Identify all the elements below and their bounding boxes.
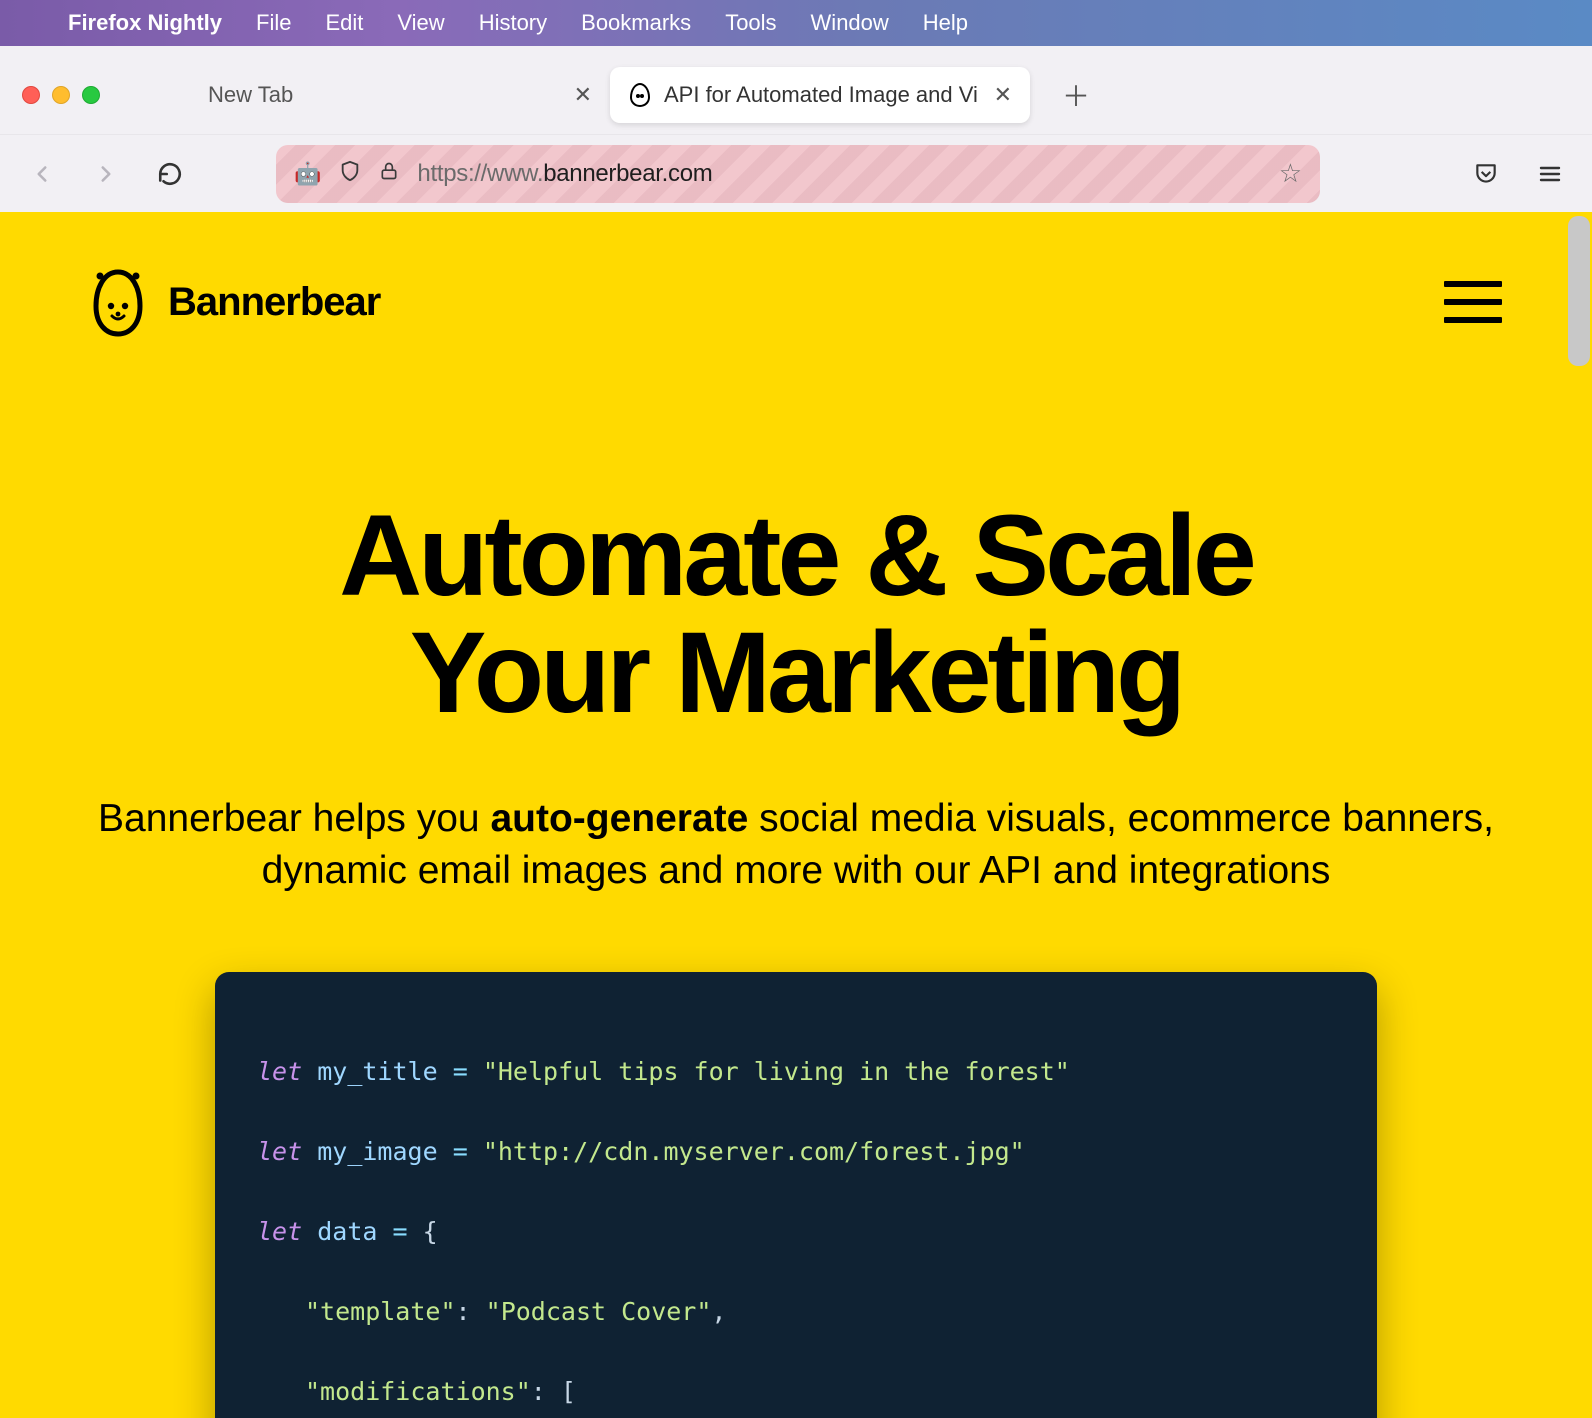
- menu-window[interactable]: Window: [811, 10, 889, 36]
- bookmark-star-icon[interactable]: ☆: [1279, 158, 1302, 189]
- window-close-button[interactable]: [22, 86, 40, 104]
- menu-tools[interactable]: Tools: [725, 10, 776, 36]
- favicon-icon: [628, 83, 652, 107]
- url-text: https://www.bannerbear.com: [417, 160, 1260, 188]
- app-menu-button[interactable]: [1532, 156, 1568, 192]
- site-menu-button[interactable]: [1444, 281, 1502, 323]
- new-tab-button[interactable]: ＋: [1058, 77, 1094, 113]
- shield-icon[interactable]: [339, 159, 361, 189]
- tab-strip: New Tab ✕ API for Automated Image and Vi…: [0, 46, 1592, 134]
- site-header: Bannerbear: [0, 212, 1592, 338]
- window-minimize-button[interactable]: [52, 86, 70, 104]
- menu-edit[interactable]: Edit: [325, 10, 363, 36]
- lock-icon[interactable]: [379, 160, 399, 188]
- back-button[interactable]: [24, 156, 60, 192]
- hero-subtext: Bannerbear helps you auto-generate socia…: [80, 793, 1512, 898]
- robot-icon: 🤖: [294, 161, 321, 187]
- browser-chrome: New Tab ✕ API for Automated Image and Vi…: [0, 46, 1592, 212]
- hero: Automate & Scale Your Marketing Bannerbe…: [0, 338, 1592, 1418]
- tab-title: API for Automated Image and Vi: [664, 82, 978, 108]
- menu-history[interactable]: History: [479, 10, 547, 36]
- bannerbear-logo-icon: [90, 266, 146, 338]
- brand[interactable]: Bannerbear: [90, 266, 380, 338]
- window-controls: [22, 86, 100, 104]
- scrollbar-thumb[interactable]: [1568, 216, 1590, 366]
- menu-bookmarks[interactable]: Bookmarks: [581, 10, 691, 36]
- tab-bannerbear[interactable]: API for Automated Image and Vi ✕: [610, 67, 1030, 123]
- menu-view[interactable]: View: [397, 10, 444, 36]
- tab-new-tab[interactable]: New Tab ✕: [190, 67, 610, 123]
- hero-headline: Automate & Scale Your Marketing: [80, 498, 1512, 733]
- menu-help[interactable]: Help: [923, 10, 968, 36]
- brand-name: Bannerbear: [168, 280, 380, 325]
- address-bar[interactable]: 🤖 https://www.bannerbear.com ☆: [276, 145, 1320, 203]
- browser-toolbar: 🤖 https://www.bannerbear.com ☆: [0, 134, 1592, 212]
- tab-title: New Tab: [208, 82, 293, 108]
- forward-button[interactable]: [88, 156, 124, 192]
- tab-close-icon[interactable]: ✕: [574, 82, 592, 108]
- macos-menubar: Firefox Nightly File Edit View History B…: [0, 0, 1592, 46]
- window-zoom-button[interactable]: [82, 86, 100, 104]
- menu-file[interactable]: File: [256, 10, 291, 36]
- tab-close-icon[interactable]: ✕: [994, 82, 1012, 108]
- page-content: Bannerbear Automate & Scale Your Marketi…: [0, 212, 1592, 1418]
- code-sample: let my_title = "Helpful tips for living …: [215, 972, 1377, 1418]
- reload-button[interactable]: [152, 156, 188, 192]
- pocket-button[interactable]: [1468, 156, 1504, 192]
- app-name[interactable]: Firefox Nightly: [68, 10, 222, 36]
